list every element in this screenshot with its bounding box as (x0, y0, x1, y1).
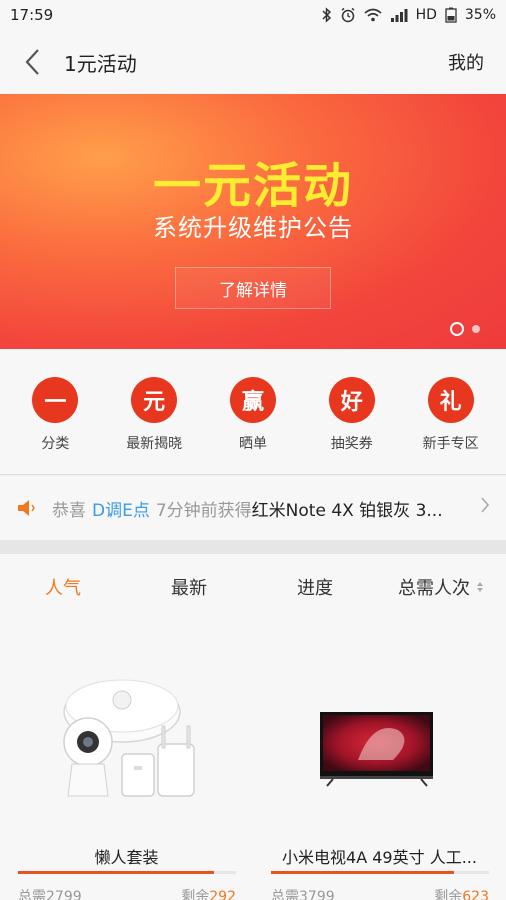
product-progress-bar (271, 871, 489, 874)
signal-icon (390, 9, 408, 22)
back-button[interactable] (4, 30, 60, 94)
remaining-label: 剩余 (181, 889, 210, 900)
sort-arrows-icon (477, 582, 483, 592)
product-card[interactable]: 小米电视4A 49英寸 人工... 总需3799 剩余623 (253, 620, 506, 900)
chevron-right-icon (481, 497, 490, 513)
carousel-indicator (450, 322, 480, 336)
carousel-dot[interactable] (472, 325, 480, 333)
category-icon: 赢 (229, 377, 276, 423)
battery-level: 35% (464, 7, 496, 23)
product-grid: 懒人套装 总需2799 剩余292 小米电视4A 49英寸 人工... 总需37… (0, 620, 506, 900)
banner-subtitle: 系统升级维护公告 (153, 214, 353, 242)
category-newbie-zone[interactable]: 礼 新手专区 (406, 349, 496, 474)
product-image-tv (320, 712, 433, 787)
product-remaining: 剩余623 (434, 886, 489, 900)
speaker-icon (18, 500, 35, 516)
tab-popularity[interactable]: 人气 (0, 574, 126, 600)
product-total: 总需3799 (271, 889, 335, 900)
remaining-label: 剩余 (434, 889, 463, 900)
category-icon: 元 (131, 377, 178, 423)
banner-title: 一元活动 (152, 158, 353, 214)
status-bar: 17:59 HD 35% (0, 0, 506, 30)
category-icon: 礼 (427, 377, 474, 423)
network-type: HD (415, 7, 437, 23)
product-total: 总需2799 (18, 889, 82, 900)
winner-notice[interactable]: 恭喜 D调E点 7分钟前获得 红米Note 4X 铂银灰 3... (0, 476, 506, 540)
product-card[interactable]: 懒人套装 总需2799 剩余292 (0, 620, 253, 900)
category-icon: 好 (328, 377, 375, 423)
promo-banner[interactable]: 一元活动 系统升级维护公告 了解详情 (0, 94, 506, 349)
page-title: 1元活动 (64, 51, 137, 76)
tab-newest[interactable]: 最新 (126, 574, 252, 600)
category-label: 最新揭晓 (126, 436, 183, 452)
notice-prefix: 恭喜 (52, 500, 86, 521)
section-divider (0, 540, 506, 554)
product-progress-bar (18, 871, 236, 874)
product-name: 懒人套装 (94, 848, 159, 867)
sort-tabs: 人气 最新 进度 总需人次 (0, 554, 506, 620)
app-bar: 1元活动 我的 (0, 30, 506, 94)
remaining-count: 623 (462, 889, 489, 900)
category-share-order[interactable]: 赢 晒单 (208, 349, 298, 474)
product-remaining: 剩余292 (181, 886, 236, 900)
alarm-icon (341, 7, 355, 23)
category-label: 晒单 (238, 436, 267, 452)
product-progress-fill (18, 871, 215, 874)
bluetooth-icon (322, 7, 331, 23)
product-meta: 总需2799 剩余292 (18, 886, 236, 900)
product-progress-fill (271, 871, 455, 874)
product-name: 小米电视4A 49英寸 人工... (282, 848, 477, 867)
wifi-icon (364, 8, 382, 22)
category-latest-reveal[interactable]: 元 最新揭晓 (109, 349, 199, 474)
tab-total-required[interactable]: 总需人次 (378, 574, 504, 600)
remaining-count: 292 (209, 889, 236, 900)
learn-more-button[interactable]: 了解详情 (175, 267, 331, 309)
status-icons: HD 35% (322, 7, 496, 23)
notice-time: 7分钟前获得 (155, 500, 252, 521)
status-time: 17:59 (10, 6, 54, 24)
category-lottery-ticket[interactable]: 好 抽奖券 (307, 349, 397, 474)
carousel-dot-active[interactable] (450, 322, 464, 336)
chevron-left-icon (25, 49, 39, 75)
category-row: 一 分类 元 最新揭晓 赢 晒单 好 抽奖券 礼 新手专区 (0, 349, 506, 475)
category-icon: 一 (32, 377, 79, 423)
category-label: 新手专区 (422, 436, 479, 452)
product-image-lazy-set (63, 679, 195, 797)
notice-user[interactable]: D调E点 (92, 496, 150, 521)
battery-icon (445, 7, 457, 23)
notice-prize: 红米Note 4X 铂银灰 3... (251, 500, 443, 521)
category-classify[interactable]: 一 分类 (10, 349, 100, 474)
category-label: 分类 (41, 436, 70, 452)
category-label: 抽奖券 (330, 436, 373, 452)
my-button[interactable]: 我的 (448, 49, 484, 75)
tab-total-required-label: 总需人次 (398, 578, 470, 599)
product-meta: 总需3799 剩余623 (271, 886, 489, 900)
tab-progress[interactable]: 进度 (252, 574, 378, 600)
